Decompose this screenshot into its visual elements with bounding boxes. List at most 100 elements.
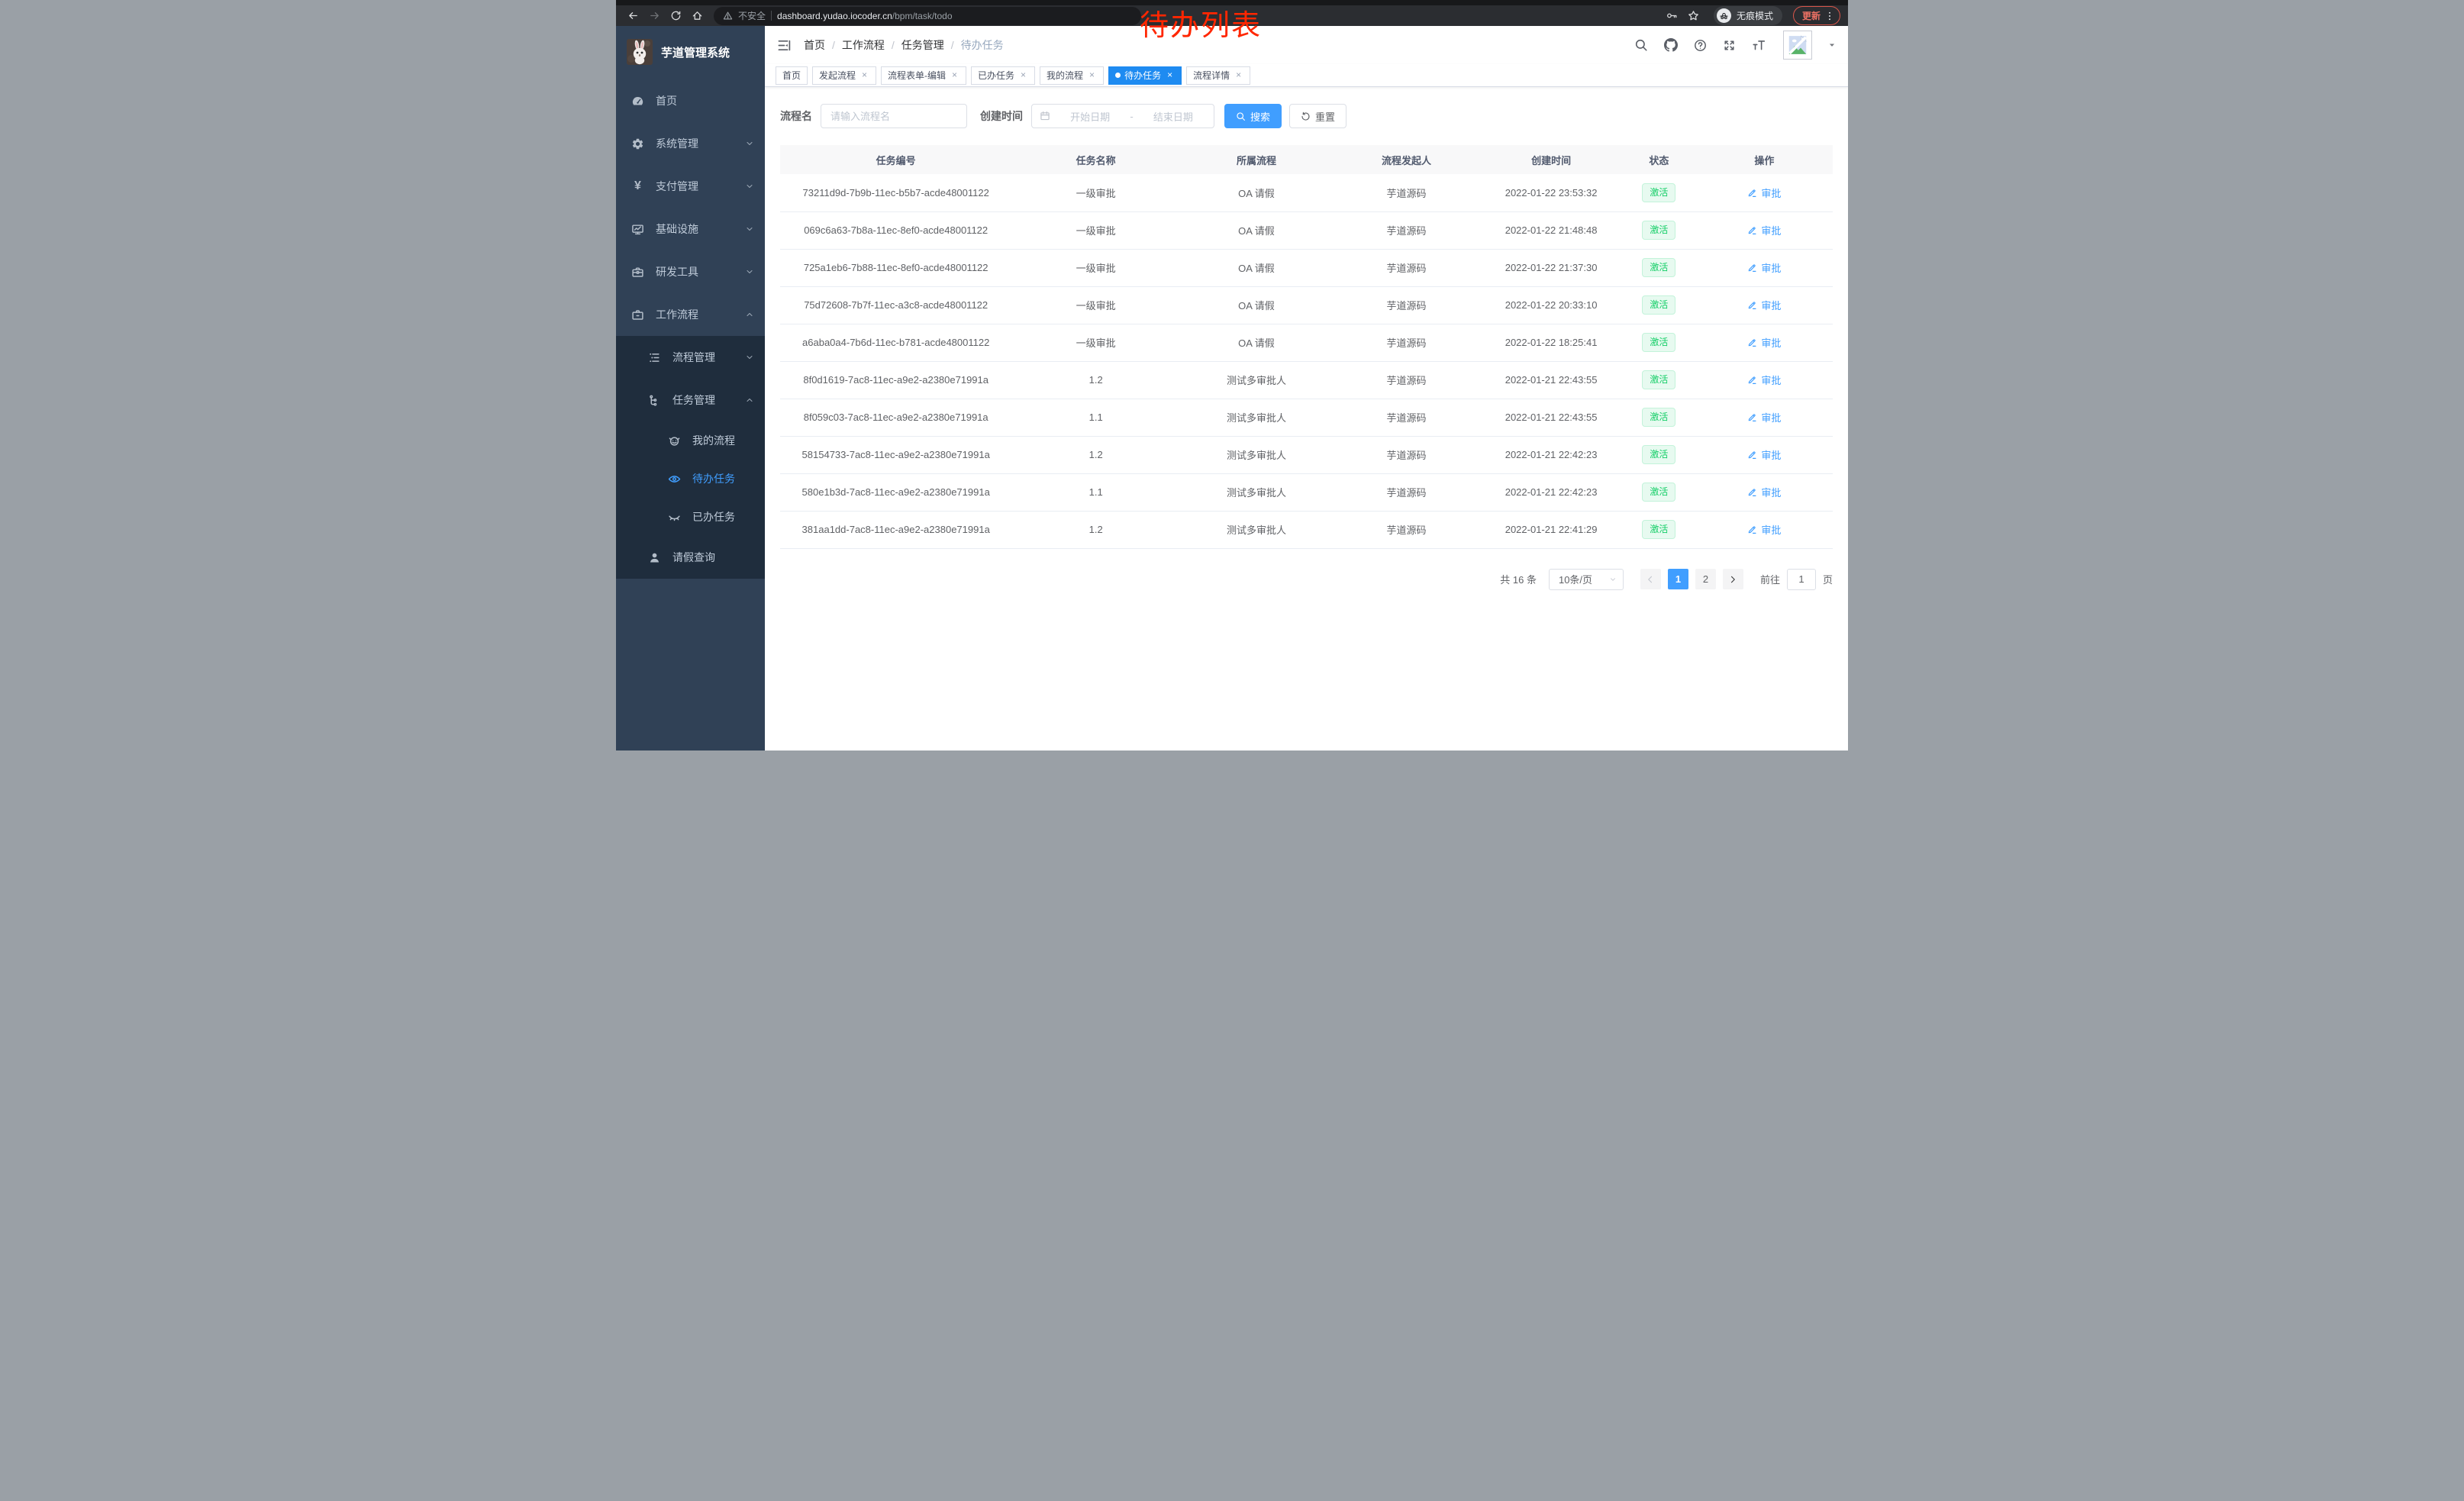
cell-status: 激活 — [1622, 436, 1696, 473]
tab-close-icon[interactable]: × — [950, 70, 959, 80]
sidebar-item-home[interactable]: 首页 — [616, 79, 765, 122]
cell-process: OA 请假 — [1180, 324, 1333, 361]
password-key-icon[interactable] — [1663, 7, 1682, 25]
cell-id: 8f0d1619-7ac8-11ec-a9e2-a2380e71991a — [780, 361, 1011, 399]
process-name-field[interactable] — [830, 111, 957, 122]
tab[interactable]: 流程表单-编辑× — [881, 66, 966, 85]
cell-initiator: 芋道源码 — [1333, 174, 1480, 211]
tab-close-icon[interactable]: × — [1087, 70, 1097, 80]
github-icon[interactable] — [1664, 38, 1678, 52]
page-button[interactable]: 1 — [1668, 569, 1688, 589]
sidebar-item-dev-tools[interactable]: 研发工具 — [616, 250, 765, 293]
hamburger-icon[interactable] — [777, 38, 792, 53]
approve-link-label: 审批 — [1761, 447, 1781, 462]
status-badge: 激活 — [1642, 295, 1675, 315]
help-icon[interactable] — [1694, 39, 1707, 52]
cell-id: 381aa1dd-7ac8-11ec-a9e2-a2380e71991a — [780, 511, 1011, 548]
prev-page-button[interactable] — [1640, 569, 1661, 589]
back-icon[interactable] — [624, 7, 642, 25]
process-name-input[interactable] — [821, 104, 967, 128]
security-label: 不安全 — [738, 9, 766, 22]
goto-page-input[interactable] — [1787, 569, 1816, 590]
table-header-row: 任务编号任务名称所属流程流程发起人创建时间状态操作 — [780, 145, 1833, 174]
cell-action: 审批 — [1696, 249, 1833, 286]
approve-link-label: 审批 — [1761, 260, 1781, 275]
browser-menu-icon[interactable] — [1824, 11, 1835, 21]
tab[interactable]: 我的流程× — [1040, 66, 1104, 85]
approve-link[interactable]: 审批 — [1747, 223, 1781, 237]
status-badge: 激活 — [1642, 221, 1675, 240]
table-row: 58154733-7ac8-11ec-a9e2-a2380e71991a1.2测… — [780, 436, 1833, 473]
breadcrumb-item[interactable]: 首页 — [804, 37, 825, 53]
page-size-value: 10条/页 — [1559, 572, 1592, 586]
status-badge: 激活 — [1642, 258, 1675, 277]
end-date-placeholder: 结束日期 — [1140, 109, 1206, 124]
column-header: 创建时间 — [1480, 145, 1622, 174]
tab[interactable]: 流程详情× — [1186, 66, 1250, 85]
page-size-select[interactable]: 10条/页 — [1549, 569, 1624, 590]
chevron-down-icon — [745, 182, 754, 191]
avatar-dropdown-icon[interactable] — [1828, 41, 1836, 49]
cell-action: 审批 — [1696, 286, 1833, 324]
tab[interactable]: 发起流程× — [812, 66, 876, 85]
fullscreen-icon[interactable] — [1723, 39, 1736, 52]
table-row: a6aba0a4-7b6d-11ec-b781-acde48001122一级审批… — [780, 324, 1833, 361]
breadcrumb-item[interactable]: 工作流程 — [842, 37, 885, 53]
reset-button[interactable]: 重置 — [1289, 104, 1346, 128]
tab[interactable]: 待办任务× — [1108, 66, 1182, 85]
tab-close-icon[interactable]: × — [859, 70, 869, 80]
tab-close-icon[interactable]: × — [1018, 70, 1028, 80]
sidebar-item-payment-management[interactable]: ¥支付管理 — [616, 165, 765, 208]
chevron-down-icon — [745, 224, 754, 234]
next-page-button[interactable] — [1723, 569, 1743, 589]
page-button[interactable]: 2 — [1695, 569, 1716, 589]
chevron-down-icon — [745, 139, 754, 148]
approve-link[interactable]: 审批 — [1747, 373, 1781, 387]
sidebar-item-process-management[interactable]: 流程管理 — [616, 336, 765, 379]
cell-created: 2022-01-22 20:33:10 — [1480, 286, 1622, 324]
approve-link[interactable]: 审批 — [1747, 260, 1781, 275]
approve-link[interactable]: 审批 — [1747, 298, 1781, 312]
pencil-icon — [1747, 375, 1757, 385]
cell-action: 审批 — [1696, 399, 1833, 436]
face-icon — [668, 434, 681, 447]
monitor-icon — [631, 223, 644, 236]
logo[interactable]: 芋道管理系统 — [616, 31, 765, 73]
forward-icon[interactable] — [645, 7, 663, 25]
sidebar-item-system-management[interactable]: 系统管理 — [616, 122, 765, 165]
list-icon — [648, 351, 661, 364]
search-icon[interactable] — [1634, 38, 1648, 52]
app: 芋道管理系统 首页系统管理¥支付管理基础设施研发工具工作流程流程管理任务管理我的… — [616, 26, 1848, 750]
tab[interactable]: 首页 — [776, 66, 808, 85]
tab-close-icon[interactable]: × — [1165, 70, 1175, 80]
font-size-icon[interactable] — [1752, 38, 1766, 52]
address-bar[interactable]: 不安全 dashboard.yudao.iocoder.cn/bpm/task/… — [714, 7, 1141, 25]
create-time-range-input[interactable]: 开始日期 - 结束日期 — [1031, 104, 1214, 128]
breadcrumb-item[interactable]: 任务管理 — [901, 37, 944, 53]
approve-link[interactable]: 审批 — [1747, 335, 1781, 350]
home-icon[interactable] — [688, 7, 706, 25]
approve-link[interactable]: 审批 — [1747, 447, 1781, 462]
page-suffix: 页 — [1823, 572, 1833, 586]
sidebar-item-done-task[interactable]: 已办任务 — [616, 498, 765, 536]
sidebar-item-my-process[interactable]: 我的流程 — [616, 421, 765, 460]
sidebar-item-task-management[interactable]: 任务管理 — [616, 379, 765, 421]
sidebar-item-infrastructure[interactable]: 基础设施 — [616, 208, 765, 250]
sidebar-item-todo-task[interactable]: 待办任务 — [616, 460, 765, 498]
sidebar-item-workflow[interactable]: 工作流程 — [616, 293, 765, 336]
update-button[interactable]: 更新 — [1793, 6, 1840, 25]
approve-link[interactable]: 审批 — [1747, 410, 1781, 424]
search-button-label: 搜索 — [1250, 109, 1270, 124]
reload-icon[interactable] — [666, 7, 685, 25]
sidebar-item-leave-query[interactable]: 请假查询 — [616, 536, 765, 579]
tab[interactable]: 已办任务× — [971, 66, 1035, 85]
approve-link[interactable]: 审批 — [1747, 522, 1781, 537]
approve-link[interactable]: 审批 — [1747, 485, 1781, 499]
search-button[interactable]: 搜索 — [1224, 104, 1282, 128]
tab-close-icon[interactable]: × — [1234, 70, 1243, 80]
avatar[interactable] — [1783, 31, 1812, 60]
approve-link[interactable]: 审批 — [1747, 186, 1781, 200]
bookmark-star-icon[interactable] — [1685, 7, 1703, 25]
cell-name: 1.2 — [1011, 361, 1180, 399]
create-time-label: 创建时间 — [980, 108, 1023, 124]
